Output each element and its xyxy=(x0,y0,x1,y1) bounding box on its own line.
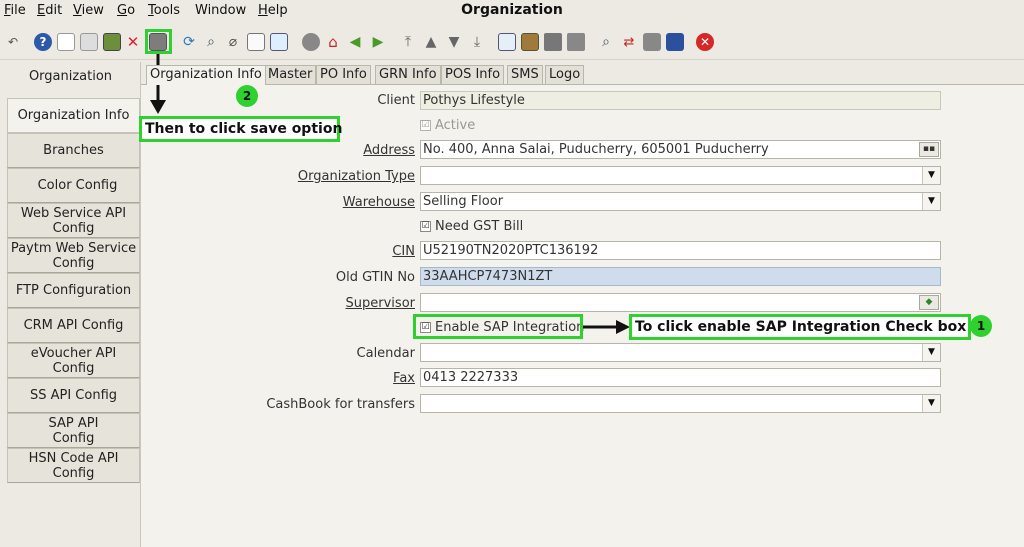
tab-strip: Organization Info Master PO Info GRN Inf… xyxy=(145,65,1024,85)
need-gst-bill-checkbox[interactable]: ☑ Need GST Bill xyxy=(420,219,523,234)
copy-icon[interactable] xyxy=(80,33,98,51)
cin-field[interactable]: U52190TN2020PTC136192 xyxy=(420,241,941,260)
last-record-icon[interactable]: ⤓ xyxy=(468,33,486,51)
address-label: Address xyxy=(363,143,415,158)
client-label: Client xyxy=(377,93,415,108)
find-icon[interactable]: ⌕ xyxy=(202,33,220,51)
sidebar-item-organization-info[interactable]: Organization Info xyxy=(7,98,140,133)
workflow-icon[interactable]: ⇄ xyxy=(620,33,638,51)
need-gst-bill-label: Need GST Bill xyxy=(435,219,524,234)
sidebar-item-crm-api-config[interactable]: CRM API Config xyxy=(7,308,140,343)
close-icon[interactable]: ✕ xyxy=(696,33,714,51)
sidebar-item-hsn-code-api-config[interactable]: HSN Code API Config xyxy=(7,448,140,483)
need-gst-bill-checkbox-box[interactable]: ☑ xyxy=(420,221,431,232)
chevron-down-icon[interactable]: ▼ xyxy=(922,344,940,361)
sap-checkbox-highlight-outline xyxy=(413,314,583,339)
supervisor-label: Supervisor xyxy=(345,296,415,311)
supervisor-search-icon[interactable]: ◆ xyxy=(919,295,939,310)
grid-toggle-icon[interactable] xyxy=(270,33,288,51)
menu-edit[interactable]: Edit xyxy=(37,3,62,18)
address-field[interactable]: No. 400, Anna Salai, Puducherry, 605001 … xyxy=(420,140,941,159)
sidebar-item-sap-api-config[interactable]: SAP API Config xyxy=(7,413,140,448)
report-icon[interactable] xyxy=(498,33,516,51)
new-record-icon[interactable] xyxy=(57,33,75,51)
tab-po-info[interactable]: PO Info xyxy=(316,65,371,84)
fax-field[interactable]: 0413 2227333 xyxy=(420,368,941,387)
calendar-select[interactable]: ▼ xyxy=(420,343,941,362)
sidebar-item-web-service-api-config[interactable]: Web Service API Config xyxy=(7,203,140,238)
cashbook-label: CashBook for transfers xyxy=(266,397,415,412)
step1-badge: 1 xyxy=(970,315,992,337)
client-field[interactable]: Pothys Lifestyle xyxy=(420,91,941,110)
tab-pos-info[interactable]: POS Info xyxy=(441,65,505,84)
warehouse-value: Selling Floor xyxy=(423,194,504,209)
menu-view[interactable]: View xyxy=(73,3,104,18)
product-info-icon[interactable] xyxy=(666,33,684,51)
address-value: No. 400, Anna Salai, Puducherry, 605001 … xyxy=(423,142,769,157)
menu-tools[interactable]: Tools xyxy=(148,3,180,18)
step2-badge: 2 xyxy=(236,85,258,107)
supervisor-field[interactable]: ◆ xyxy=(420,293,941,312)
tab-grn-info[interactable]: GRN Info xyxy=(375,65,441,84)
tab-organization-info[interactable]: Organization Info xyxy=(146,65,266,85)
sidebar-item-color-config[interactable]: Color Config xyxy=(7,168,140,203)
step1-callout: To click enable SAP Integration Check bo… xyxy=(629,314,971,340)
sidebar-header: Organization xyxy=(2,64,139,88)
cin-label: CIN xyxy=(392,244,415,259)
sidebar-item-evoucher-api-config[interactable]: eVoucher API Config xyxy=(7,343,140,378)
print-preview-icon[interactable] xyxy=(544,33,562,51)
print-icon[interactable] xyxy=(567,33,585,51)
previous-icon[interactable]: ▲ xyxy=(422,33,440,51)
menu-window[interactable]: Window xyxy=(195,3,246,18)
menu-help[interactable]: Help xyxy=(258,3,288,18)
organization-type-label: Organization Type xyxy=(297,169,415,184)
active-checkbox-box[interactable]: ☑ xyxy=(420,120,431,131)
fax-label: Fax xyxy=(393,371,415,386)
old-gtin-label: Old GTIN No xyxy=(335,270,415,285)
attachment-icon[interactable]: ⌀ xyxy=(224,33,242,51)
process-icon[interactable] xyxy=(643,33,661,51)
warehouse-select[interactable]: Selling Floor ▼ xyxy=(420,192,941,211)
history-icon[interactable] xyxy=(302,33,320,51)
active-checkbox[interactable]: ☑ Active xyxy=(420,118,475,133)
warehouse-label: Warehouse xyxy=(342,195,415,210)
cashbook-select[interactable]: ▼ xyxy=(420,394,941,413)
chevron-down-icon[interactable]: ▼ xyxy=(922,395,940,412)
help-icon[interactable]: ? xyxy=(34,33,52,51)
step1-arrow xyxy=(583,320,630,334)
step2-callout: Then to click save option xyxy=(139,116,342,142)
address-lookup-button[interactable]: ▪▪ xyxy=(919,142,939,157)
sidebar-item-paytm-web-service-config[interactable]: Paytm Web Service Config xyxy=(7,238,140,273)
delete-icon[interactable] xyxy=(103,33,121,51)
save-highlight-outline xyxy=(145,29,172,54)
sidebar-item-branches[interactable]: Branches xyxy=(7,133,140,168)
zoom-icon[interactable]: ⌕ xyxy=(597,33,615,51)
sidebar: Organization Organization Info Branches … xyxy=(0,62,141,547)
next-record-icon[interactable]: ▶ xyxy=(369,33,387,51)
calendar-label: Calendar xyxy=(356,346,415,361)
sidebar-item-ftp-configuration[interactable]: FTP Configuration xyxy=(7,273,140,308)
old-gtin-field[interactable]: 33AAHCP7473N1ZT xyxy=(420,267,941,286)
tab-logo[interactable]: Logo xyxy=(545,65,585,84)
menu-file[interactable]: File xyxy=(4,3,26,18)
home-icon[interactable]: ⌂ xyxy=(324,33,342,51)
previous-record-icon[interactable]: ◀ xyxy=(346,33,364,51)
menu-go[interactable]: Go xyxy=(117,3,135,18)
chat-icon[interactable] xyxy=(247,33,265,51)
tab-master[interactable]: Master xyxy=(264,65,317,84)
first-record-icon[interactable]: ⤒ xyxy=(399,33,417,51)
chevron-down-icon[interactable]: ▼ xyxy=(922,193,940,210)
delete-selection-icon[interactable]: ✕ xyxy=(124,33,142,51)
organization-type-select[interactable]: ▼ xyxy=(420,166,941,185)
undo-icon[interactable]: ↶ xyxy=(4,33,22,51)
tab-sms[interactable]: SMS xyxy=(507,65,543,84)
sidebar-item-ss-api-config[interactable]: SS API Config xyxy=(7,378,140,413)
archive-icon[interactable] xyxy=(521,33,539,51)
chevron-down-icon[interactable]: ▼ xyxy=(922,167,940,184)
active-label: Active xyxy=(435,118,476,133)
menu-bar: File Edit View Go Tools Window Help Orga… xyxy=(0,0,1024,22)
next-icon[interactable]: ▼ xyxy=(445,33,463,51)
refresh-icon[interactable]: ⟳ xyxy=(180,33,198,51)
